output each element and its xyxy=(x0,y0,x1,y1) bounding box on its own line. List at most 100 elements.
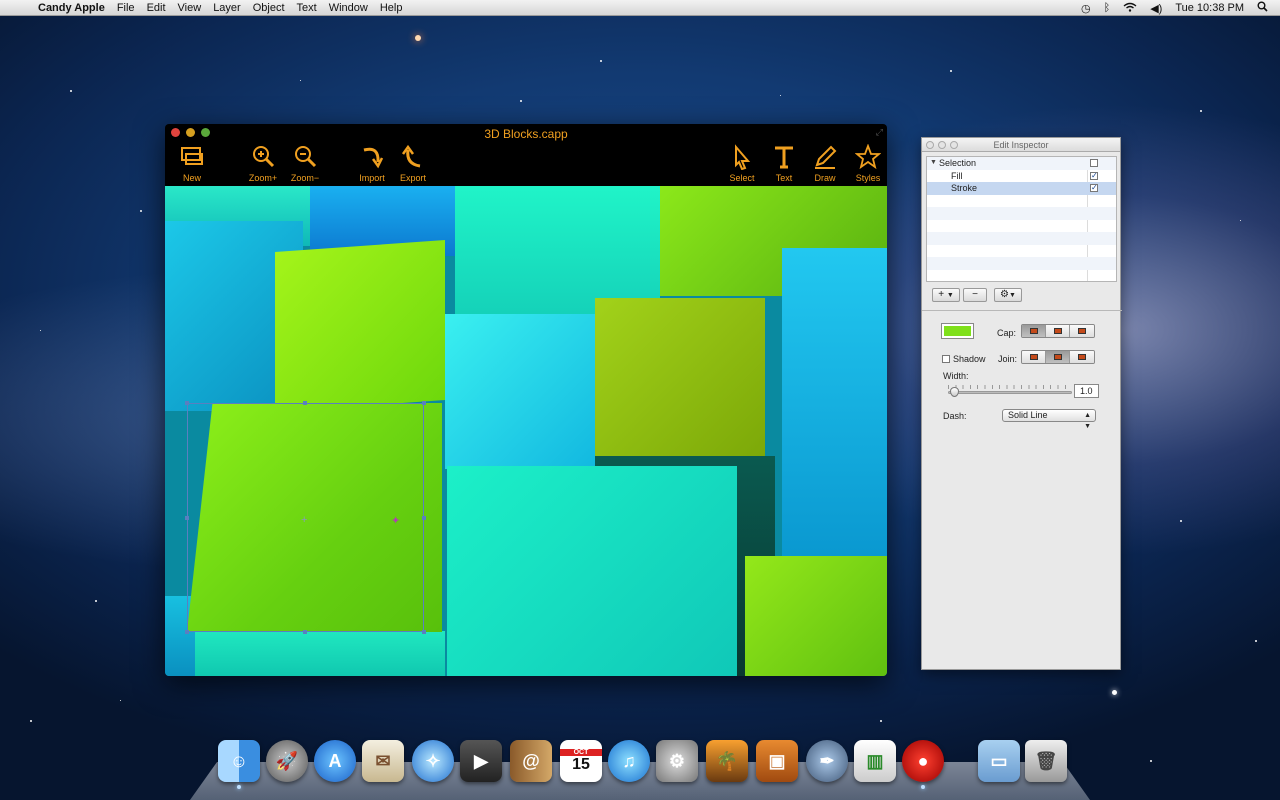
resize-handle[interactable] xyxy=(185,516,189,520)
zoom-out-icon xyxy=(295,146,317,168)
window-titlebar[interactable]: 3D Blocks.capp ⤢ xyxy=(165,124,887,142)
ical-icon[interactable]: OCT 15 xyxy=(560,740,602,782)
styles-button[interactable]: Styles xyxy=(846,144,887,183)
candy-apple-icon[interactable]: ● xyxy=(902,740,944,782)
selection-checkbox[interactable] xyxy=(1090,159,1098,167)
empty-row xyxy=(927,257,1116,270)
menu-edit[interactable]: Edit xyxy=(147,2,166,14)
block-shape[interactable] xyxy=(275,240,445,412)
system-preferences-icon[interactable]: ⚙ xyxy=(656,740,698,782)
fill-checkbox[interactable]: ✓ xyxy=(1090,171,1098,180)
app-store-icon[interactable]: A xyxy=(314,740,356,782)
spotlight-icon[interactable] xyxy=(1257,1,1268,15)
menu-object[interactable]: Object xyxy=(253,2,285,14)
import-button[interactable]: Import xyxy=(350,144,394,183)
import-label: Import xyxy=(359,173,385,183)
menu-app-name[interactable]: Candy Apple xyxy=(38,2,105,14)
block-shape[interactable] xyxy=(195,631,445,676)
tree-row-selection[interactable]: ▼ Selection xyxy=(927,157,1116,170)
bluetooth-icon[interactable]: ᛒ xyxy=(1104,2,1111,14)
block-shape[interactable] xyxy=(447,466,737,676)
menu-window[interactable]: Window xyxy=(329,2,368,14)
resize-handle[interactable] xyxy=(185,630,189,634)
block-shape[interactable] xyxy=(782,248,887,558)
trash-icon[interactable]: 🗑 xyxy=(1025,740,1067,782)
resize-handle[interactable] xyxy=(303,401,307,405)
join-style-segmented[interactable] xyxy=(1021,350,1095,364)
tree-row-fill[interactable]: Fill ✓ xyxy=(927,170,1116,183)
safari-icon[interactable]: ✧ xyxy=(412,740,454,782)
text-label: Text xyxy=(775,173,793,183)
cap-butt-option[interactable] xyxy=(1022,325,1046,337)
facetime-icon[interactable]: ▶ xyxy=(460,740,502,782)
resize-handle[interactable] xyxy=(422,401,426,405)
stroke-checkbox[interactable]: ✓ xyxy=(1090,184,1098,192)
volume-icon[interactable]: ◀) xyxy=(1150,2,1162,15)
empty-row xyxy=(927,270,1116,282)
zoom-in-button[interactable]: Zoom+ xyxy=(241,144,285,183)
address-book-icon[interactable]: @ xyxy=(510,740,552,782)
menu-clock[interactable]: Tue 10:38 PM xyxy=(1175,2,1244,14)
styles-label: Styles xyxy=(855,173,881,183)
join-miter-option[interactable] xyxy=(1022,351,1046,363)
launchpad-icon[interactable]: 🚀 xyxy=(266,740,308,782)
width-input[interactable]: 1.0 xyxy=(1074,384,1099,398)
iphoto-icon[interactable]: 🌴 xyxy=(706,740,748,782)
cap-style-segmented[interactable] xyxy=(1021,324,1095,338)
zoom-in-label: Zoom+ xyxy=(248,173,278,183)
action-gear-button[interactable]: ⚙▼ xyxy=(994,288,1022,302)
resize-handle[interactable] xyxy=(303,630,307,634)
itunes-icon[interactable]: ♫ xyxy=(608,740,650,782)
panel-divider xyxy=(922,310,1122,311)
add-menu-button[interactable]: + ▼ xyxy=(932,288,960,302)
color-swatch xyxy=(944,326,971,336)
fullscreen-icon[interactable]: ⤢ xyxy=(876,127,883,138)
image-capture-icon[interactable]: ✒ xyxy=(806,740,848,782)
stroke-color-well[interactable] xyxy=(941,323,974,339)
downloads-folder-icon[interactable]: ▭ xyxy=(978,740,1020,782)
zoom-out-button[interactable]: Zoom− xyxy=(283,144,327,183)
shadow-checkbox[interactable] xyxy=(942,355,950,363)
select-tool-button[interactable]: Select xyxy=(720,144,764,183)
finder-icon[interactable]: ☺ xyxy=(218,740,260,782)
resize-handle[interactable] xyxy=(185,401,189,405)
mail-icon[interactable]: ✉ xyxy=(362,740,404,782)
join-round-option[interactable] xyxy=(1046,351,1070,363)
rotation-point-icon[interactable]: ✦ xyxy=(391,514,400,527)
menu-file[interactable]: File xyxy=(117,2,135,14)
inspector-titlebar[interactable]: Edit Inspector xyxy=(922,138,1120,152)
join-bevel-option[interactable] xyxy=(1070,351,1094,363)
preview-icon[interactable]: ▣ xyxy=(756,740,798,782)
block-shape[interactable] xyxy=(595,298,765,458)
wifi-icon[interactable] xyxy=(1123,2,1137,15)
width-slider-knob[interactable] xyxy=(950,387,959,397)
cap-round-option[interactable] xyxy=(1046,325,1070,337)
zoom-out-label: Zoom− xyxy=(290,173,320,183)
text-tool-button[interactable]: Text xyxy=(762,144,806,183)
width-slider[interactable] xyxy=(948,391,1072,394)
numbers-icon[interactable]: ▥ xyxy=(854,740,896,782)
export-button[interactable]: Export xyxy=(391,144,435,183)
resize-handle[interactable] xyxy=(422,630,426,634)
block-shape[interactable] xyxy=(745,556,887,676)
menu-help[interactable]: Help xyxy=(380,2,403,14)
resize-handle[interactable] xyxy=(422,516,426,520)
new-button[interactable]: New xyxy=(170,144,214,183)
tree-row-stroke[interactable]: Stroke ✓ xyxy=(927,182,1116,195)
bevel-join-icon xyxy=(1078,354,1086,360)
remove-button[interactable]: − xyxy=(963,288,987,302)
draw-tool-button[interactable]: Draw xyxy=(803,144,847,183)
disclosure-triangle-icon[interactable]: ▼ xyxy=(930,157,937,169)
selection-box[interactable]: + ✦ xyxy=(185,401,426,634)
block-shape[interactable] xyxy=(445,314,595,469)
menu-layer[interactable]: Layer xyxy=(213,2,241,14)
menu-text[interactable]: Text xyxy=(297,2,317,14)
round-join-icon xyxy=(1054,354,1062,360)
selection-outline-list[interactable]: ▼ Selection Fill ✓ Stroke ✓ xyxy=(926,156,1117,282)
dash-style-select[interactable]: Solid Line ▲ ▼ xyxy=(1002,409,1096,430)
drawing-canvas[interactable]: + ✦ xyxy=(165,186,887,676)
time-machine-icon[interactable]: ◷ xyxy=(1081,2,1091,15)
menu-view[interactable]: View xyxy=(178,2,202,14)
running-indicator xyxy=(921,785,925,789)
cap-square-option[interactable] xyxy=(1070,325,1094,337)
